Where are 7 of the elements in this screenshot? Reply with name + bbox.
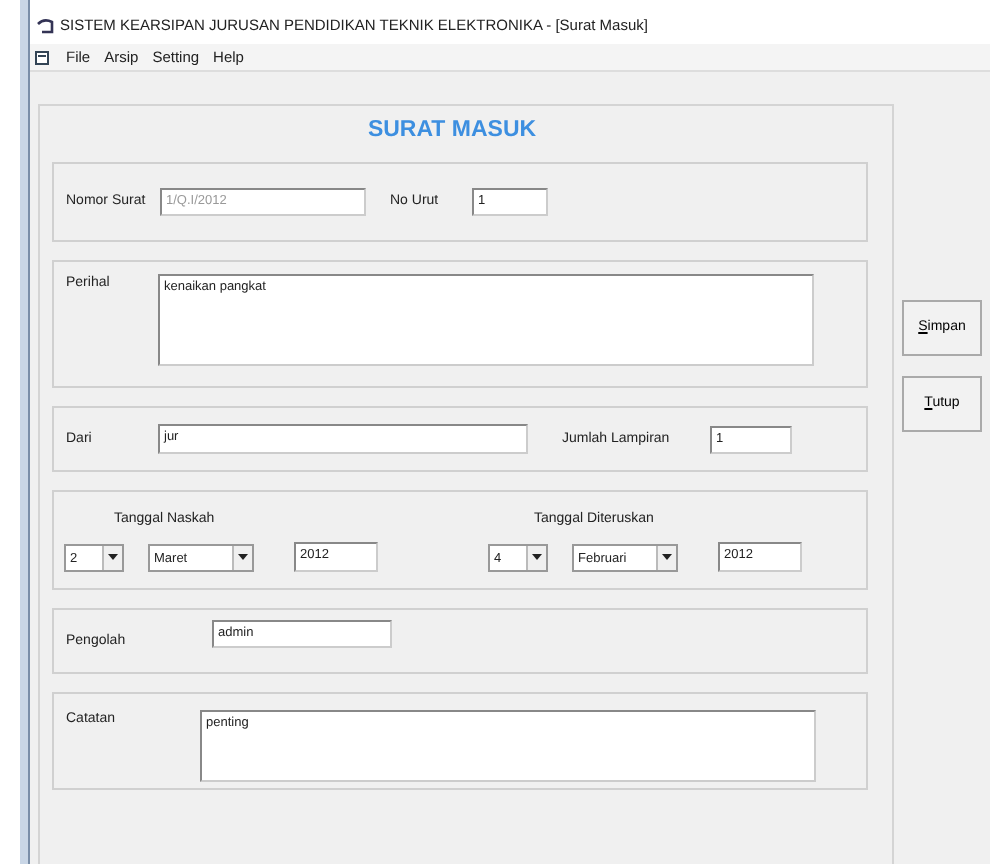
document-icon[interactable]: [34, 49, 52, 65]
caret-icon: [526, 545, 546, 569]
app-icon: [36, 18, 54, 34]
caret-icon: [232, 545, 252, 569]
caret-icon: [102, 545, 122, 569]
form-heading: SURAT MASUK: [365, 116, 539, 146]
caret-icon: [656, 545, 676, 569]
